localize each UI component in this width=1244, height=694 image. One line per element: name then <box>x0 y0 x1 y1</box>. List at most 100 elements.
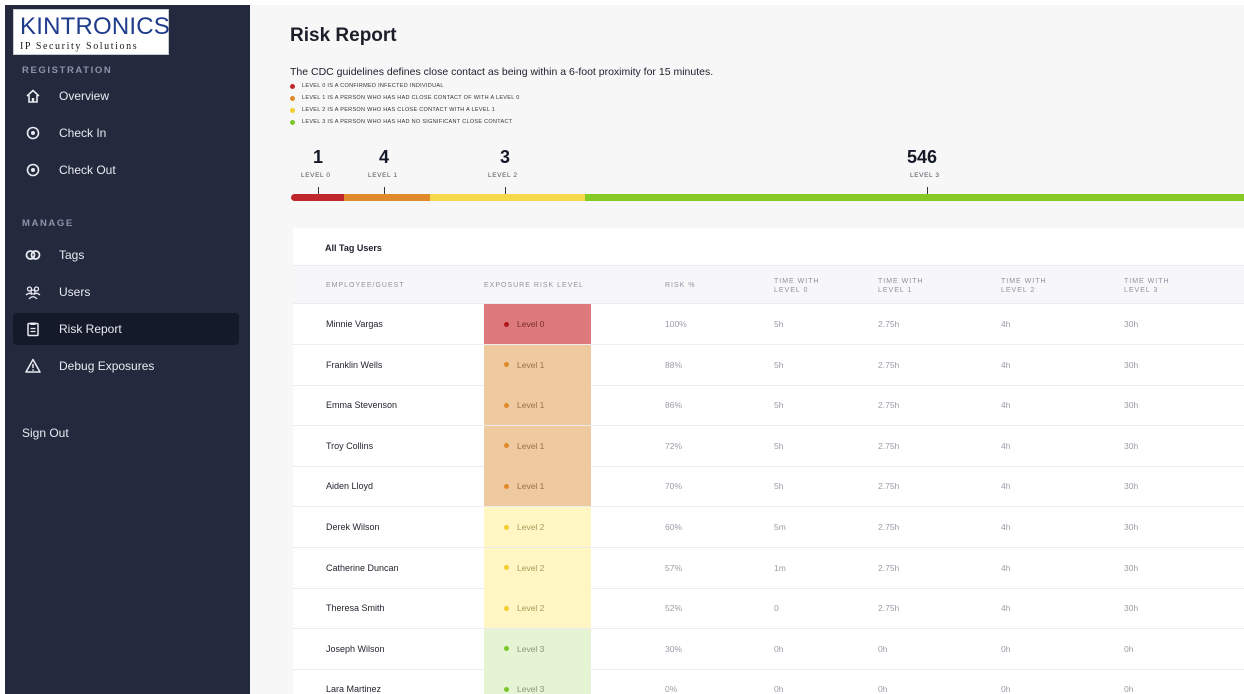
target-icon <box>25 162 41 178</box>
home-icon <box>25 88 41 104</box>
risk-percent: 70% <box>665 481 683 492</box>
time-level-1: 2.75h <box>878 319 900 329</box>
table-row[interactable]: Level 1 Franklin Wells 88% 5h 2.75h 4h 30h <box>293 344 1244 386</box>
exposure-risk-badge: Level 1 <box>484 425 591 466</box>
time-level-2: 4h <box>1001 400 1011 411</box>
risk-level-dot <box>504 402 509 408</box>
table-row[interactable]: Level 1 Emma Stevenson 86% 5h 2.75h 4h 30h <box>293 385 1244 427</box>
column-header[interactable]: EXPOSURE RISK LEVEL <box>484 266 584 305</box>
risk-legend: LEVEL 0 IS A CONFIRMED INFECTED INDIVIDU… <box>290 80 520 128</box>
exposure-risk-badge: Level 3 <box>484 669 591 694</box>
legend-dot <box>290 83 295 89</box>
sidebar-item-tags[interactable]: Tags <box>13 239 239 271</box>
sidebar-item-overview[interactable]: Overview <box>13 80 239 112</box>
time-level-0: 5h <box>774 400 784 411</box>
table-row[interactable]: Level 2 Theresa Smith 52% 0 2.75h 4h 30h <box>293 588 1244 630</box>
table-row[interactable]: Level 2 Derek Wilson 60% 5m 2.75h 4h 30h <box>293 507 1244 548</box>
table-row[interactable]: Level 3 Joseph Wilson 30% 0h 0h 0h 0h <box>293 628 1244 670</box>
time-level-2: 0h <box>1001 643 1011 654</box>
employee-name: Aiden Lloyd <box>326 481 374 492</box>
time-level-3: 0h <box>1124 684 1134 694</box>
risk-level-dot <box>504 646 509 652</box>
sidebar-item-label: Risk Report <box>59 322 122 336</box>
time-level-0: 0 <box>774 603 779 614</box>
sidebar-item-check-in[interactable]: Check In <box>13 117 239 149</box>
level-3-label: LEVEL 3 <box>910 172 940 179</box>
level-0-label: LEVEL 0 <box>301 172 331 179</box>
time-level-2: 4h <box>1001 481 1011 492</box>
level-0-count: 1 <box>313 147 324 167</box>
time-level-0: 5h <box>774 359 784 370</box>
table-row[interactable]: Level 1 Troy Collins 72% 5h 2.75h 4h 30h <box>293 425 1244 467</box>
time-level-0: 5h <box>774 481 784 492</box>
sidebar-item-debug-exposures[interactable]: Debug Exposures <box>13 350 239 382</box>
risk-percent: 86% <box>665 400 683 411</box>
time-level-1: 2.75h <box>878 481 900 492</box>
sidebar-item-risk-report[interactable]: Risk Report <box>13 313 239 345</box>
table-row[interactable]: Level 0 Minnie Vargas 100% 5h 2.75h 4h 30h <box>293 304 1244 345</box>
risk-level-label: Level 2 <box>517 562 545 573</box>
sidebar-item-label: Tags <box>59 248 85 262</box>
sidebar-item-label: Overview <box>59 89 110 103</box>
employee-name: Emma Stevenson <box>326 400 398 411</box>
legend-dot <box>290 119 295 125</box>
table-row[interactable]: Level 2 Catherine Duncan 57% 1m 2.75h 4h 30h <box>293 547 1244 589</box>
sidebar-item-users[interactable]: Users <box>13 276 239 308</box>
risk-percent: 30% <box>665 643 683 654</box>
tags-icon <box>25 247 41 263</box>
exposure-risk-badge: Level 2 <box>484 507 591 547</box>
employee-name: Joseph Wilson <box>326 643 385 654</box>
legend-item: LEVEL 0 IS A CONFIRMED INFECTED INDIVIDU… <box>290 80 520 92</box>
risk-level-dot <box>504 483 509 489</box>
sidebar-item-check-out[interactable]: Check Out <box>13 154 239 186</box>
legend-item: LEVEL 2 IS A PERSON WHO HAS CLOSE CONTAC… <box>290 104 520 116</box>
users-table: All Tag Users EMPLOYEE/GUEST EXPOSURE RI… <box>293 228 1244 694</box>
risk-level-label: Level 3 <box>517 684 545 694</box>
time-level-2: 4h <box>1001 603 1011 614</box>
column-header[interactable]: TIME WITH LEVEL 0 <box>774 266 820 305</box>
time-level-3: 30h <box>1124 562 1139 573</box>
risk-level-label: Level 2 <box>517 522 545 532</box>
risk-level-label: Level 1 <box>517 481 545 492</box>
column-header[interactable]: TIME WITH LEVEL 3 <box>1124 266 1170 305</box>
time-level-2: 4h <box>1001 359 1011 370</box>
column-header[interactable]: TIME WITH LEVEL 1 <box>878 266 924 305</box>
brand-name: KINTRONICS <box>20 13 171 40</box>
employee-name: Minnie Vargas <box>326 319 383 329</box>
risk-level-label: Level 3 <box>517 643 545 654</box>
time-level-1: 2.75h <box>878 359 900 370</box>
level-2-count: 3 <box>500 147 511 167</box>
table-header: EMPLOYEE/GUEST EXPOSURE RISK LEVEL RISK … <box>293 265 1244 304</box>
risk-level-label: Level 2 <box>517 603 545 614</box>
legend-text: LEVEL 2 IS A PERSON WHO HAS CLOSE CONTAC… <box>302 107 496 113</box>
clipboard-icon <box>25 321 41 337</box>
level-1-label: LEVEL 1 <box>368 172 398 179</box>
brand-logo[interactable]: KINTRONICS IP Security Solutions <box>13 9 171 55</box>
legend-dot <box>290 95 295 101</box>
sign-out-link[interactable]: Sign Out <box>22 426 69 440</box>
legend-text: LEVEL 3 IS A PERSON WHO HAS HAD NO SIGNI… <box>302 119 513 125</box>
exposure-risk-badge: Level 3 <box>484 628 591 669</box>
risk-percent: 100% <box>665 319 687 329</box>
time-level-2: 4h <box>1001 440 1011 451</box>
sidebar-item-label: Users <box>59 285 91 299</box>
time-level-3: 30h <box>1124 359 1139 370</box>
column-header[interactable]: RISK % <box>665 266 696 305</box>
risk-percent: 60% <box>665 522 683 532</box>
time-level-2: 4h <box>1001 319 1011 329</box>
level-2-label: LEVEL 2 <box>488 172 518 179</box>
risk-level-dot <box>504 686 509 692</box>
main-content: Risk Report The CDC guidelines defines c… <box>250 5 1244 694</box>
sidebar-item-label: Check Out <box>59 163 116 177</box>
exposure-risk-badge: Level 1 <box>484 344 591 385</box>
table-row[interactable]: Level 3 Lara Martinez 0% 0h 0h 0h 0h <box>293 669 1244 694</box>
risk-level-label: Level 1 <box>517 359 545 370</box>
column-header[interactable]: EMPLOYEE/GUEST <box>326 266 405 305</box>
sidebar: KINTRONICS IP Security Solutions REGISTR… <box>5 5 250 694</box>
column-header[interactable]: TIME WITH LEVEL 2 <box>1001 266 1047 305</box>
table-row[interactable]: Level 1 Aiden Lloyd 70% 5h 2.75h 4h 30h <box>293 466 1244 508</box>
time-level-3: 30h <box>1124 603 1139 614</box>
level-2-tick <box>505 187 506 194</box>
time-level-0: 5h <box>774 319 784 329</box>
target-icon <box>25 125 41 141</box>
